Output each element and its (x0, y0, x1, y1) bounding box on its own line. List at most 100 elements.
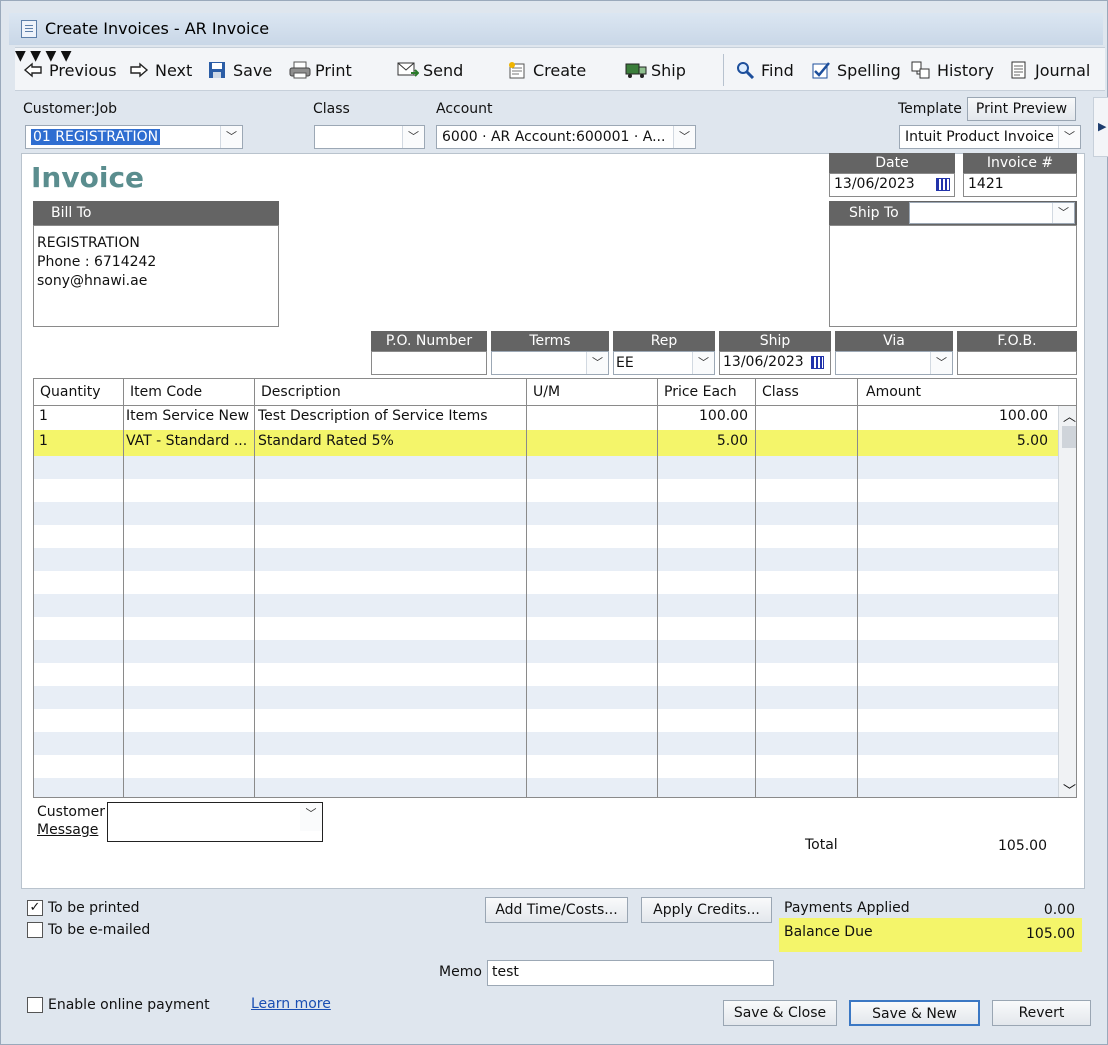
table-row[interactable]: 1 Item Service New Test Description of S… (34, 406, 1058, 430)
chevron-down-icon[interactable]: ﹀ (1058, 126, 1080, 148)
line-items-grid[interactable]: Quantity Item Code Description U/M Price… (33, 378, 1077, 798)
payments-applied-label: Payments Applied (784, 900, 910, 916)
column-header-um[interactable]: U/M (527, 379, 658, 406)
empty-grid-row[interactable] (34, 479, 1058, 502)
next-label: Next (155, 60, 193, 80)
chevron-down-icon[interactable]: ﹀ (692, 352, 714, 374)
po-number-header: P.O. Number (371, 331, 487, 351)
enable-online-payment-label[interactable]: Enable online payment (48, 997, 210, 1013)
cell-price-each: 100.00 (699, 408, 748, 424)
column-header-quantity[interactable]: Quantity (34, 379, 124, 406)
chevron-down-icon[interactable]: ﹀ (300, 803, 322, 831)
fob-field[interactable] (957, 351, 1077, 375)
apply-credits-button[interactable]: Apply Credits... (641, 897, 772, 923)
empty-grid-row[interactable] (34, 548, 1058, 571)
memo-input[interactable]: test (487, 960, 774, 986)
column-header-item-code[interactable]: Item Code (124, 379, 255, 406)
empty-grid-row[interactable] (34, 663, 1058, 686)
side-panel-toggle[interactable]: ▶ (1093, 97, 1108, 157)
empty-grid-row[interactable] (34, 594, 1058, 617)
balance-due-label: Balance Due (784, 924, 873, 940)
customer-job-combo[interactable]: 01 REGISTRATION ﹀ (25, 125, 243, 149)
journal-button[interactable]: Journal (1009, 58, 1090, 82)
to-be-emailed-label[interactable]: To be e-mailed (48, 922, 150, 938)
date-field[interactable]: 13/06/2023 (829, 173, 955, 197)
scroll-thumb[interactable] (1062, 426, 1076, 448)
empty-grid-row[interactable] (34, 778, 1058, 797)
bill-to-box[interactable]: REGISTRATION Phone : 6714242 sony@hnawi.… (33, 225, 279, 327)
date-value: 13/06/2023 (834, 176, 915, 192)
calendar-icon[interactable] (936, 178, 950, 191)
payments-applied-value: 0.00 (1043, 902, 1075, 918)
scroll-down-icon[interactable]: ﹀ (1063, 780, 1076, 797)
template-value: Intuit Product Invoice (905, 129, 1054, 145)
learn-more-link[interactable]: Learn more (251, 996, 331, 1012)
scroll-up-icon[interactable]: ︿ (1063, 406, 1076, 425)
chevron-down-icon[interactable]: ﹀ (586, 352, 608, 374)
next-button[interactable]: Next (129, 58, 192, 82)
via-header: Via (835, 331, 953, 351)
invoice-title: Invoice (31, 161, 145, 194)
send-button[interactable]: Send (397, 58, 463, 82)
po-number-field[interactable] (371, 351, 487, 375)
empty-grid-row[interactable] (34, 525, 1058, 548)
chevron-down-icon[interactable]: ﹀ (930, 352, 952, 374)
empty-grid-row[interactable] (34, 456, 1058, 479)
column-divider (526, 379, 527, 797)
customer-message-label: Customer (37, 804, 106, 820)
column-header-amount[interactable]: Amount (858, 379, 1058, 406)
account-combo[interactable]: 6000 · AR Account:600001 · A... ﹀ (436, 125, 696, 149)
find-button[interactable]: Find (735, 58, 794, 82)
column-header-description[interactable]: Description (255, 379, 527, 406)
chevron-down-icon[interactable]: ﹀ (220, 126, 242, 148)
table-row[interactable]: 1 VAT - Standard ... Standard Rated 5% 5… (34, 430, 1058, 456)
via-combo[interactable]: ﹀ (835, 351, 953, 375)
previous-button[interactable]: Previous (23, 58, 117, 82)
to-be-printed-label[interactable]: To be printed (48, 900, 140, 916)
empty-grid-row[interactable] (34, 502, 1058, 525)
calendar-icon[interactable] (811, 356, 824, 369)
enable-online-payment-checkbox[interactable] (27, 997, 43, 1013)
customer-message-label-2: Message (37, 822, 99, 838)
spelling-button[interactable]: Spelling (811, 58, 901, 82)
revert-button[interactable]: Revert (992, 1000, 1091, 1026)
template-label: Template (898, 101, 962, 117)
to-be-emailed-checkbox[interactable] (27, 922, 43, 938)
empty-grid-row[interactable] (34, 617, 1058, 640)
chevron-down-icon[interactable]: ﹀ (1052, 203, 1074, 223)
class-combo[interactable]: ﹀ (314, 125, 425, 149)
history-button[interactable]: History (911, 58, 994, 82)
save-button[interactable]: Save (207, 58, 272, 82)
grid-scrollbar[interactable]: ︿ ﹀ (1058, 406, 1076, 797)
empty-grid-row[interactable] (34, 571, 1058, 594)
print-button[interactable]: Print (289, 58, 352, 82)
toolbar: Previous Next Save Print ▼ Send ▼ Create… (15, 47, 1105, 91)
terms-combo[interactable]: ﹀ (491, 351, 609, 375)
save-close-button[interactable]: Save & Close (723, 1000, 837, 1026)
ship-to-combo[interactable]: ﹀ (909, 202, 1075, 224)
chevron-down-icon[interactable]: ﹀ (402, 126, 424, 148)
ship-button[interactable]: Ship (625, 58, 686, 82)
customer-message-combo[interactable]: ﹀ (107, 802, 323, 842)
rep-combo[interactable]: EE ﹀ (613, 351, 715, 375)
save-new-button[interactable]: Save & New (849, 1000, 980, 1026)
chevron-down-icon[interactable]: ﹀ (673, 126, 695, 148)
to-be-printed-checkbox[interactable]: ✓ (27, 900, 43, 916)
empty-grid-row[interactable] (34, 640, 1058, 663)
empty-grid-row[interactable] (34, 755, 1058, 778)
column-header-price-each[interactable]: Price Each (658, 379, 756, 406)
empty-grid-row[interactable] (34, 686, 1058, 709)
ship-to-label: Ship To (849, 205, 899, 221)
empty-grid-row[interactable] (34, 709, 1058, 732)
ship-date-field[interactable]: 13/06/2023 (719, 351, 831, 375)
create-button[interactable]: Create (507, 58, 586, 82)
ship-to-box[interactable] (829, 225, 1077, 327)
class-label: Class (313, 101, 350, 117)
column-header-class[interactable]: Class (756, 379, 858, 406)
spelling-icon (811, 61, 831, 79)
add-time-costs-button[interactable]: Add Time/Costs... (485, 897, 628, 923)
template-combo[interactable]: Intuit Product Invoice ﹀ (899, 125, 1081, 149)
print-preview-button[interactable]: Print Preview (967, 97, 1076, 121)
invoice-number-field[interactable]: 1421 (963, 173, 1077, 197)
empty-grid-row[interactable] (34, 732, 1058, 755)
